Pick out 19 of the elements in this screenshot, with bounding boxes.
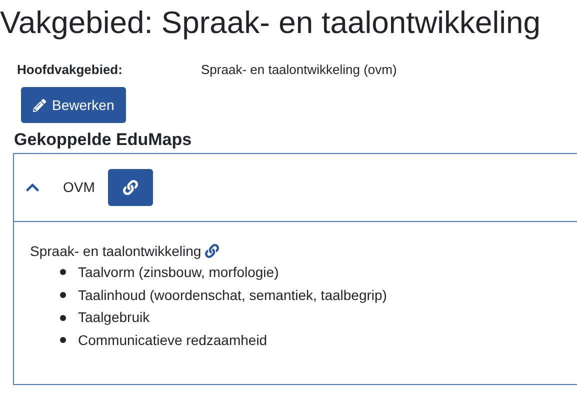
field-label: Hoofdvakgebied: xyxy=(17,61,124,80)
list-item: Taalgebruik xyxy=(78,308,150,328)
bullet-icon xyxy=(60,269,66,276)
pencil-icon xyxy=(33,98,46,112)
list-item: Taalvorm (zinsbouw, morfologie) xyxy=(78,262,279,282)
edumap-name: OVM xyxy=(63,178,95,197)
link-icon[interactable] xyxy=(205,244,220,258)
link-icon xyxy=(122,180,138,195)
section-heading: Gekoppelde EduMaps xyxy=(14,129,193,151)
list-item: Communicatieve redzaamheid xyxy=(78,330,268,350)
bullet-icon xyxy=(60,337,66,344)
bullet-icon xyxy=(60,292,66,298)
bullet-icon xyxy=(60,314,66,321)
page-title: Vakgebied: Spraak- en taalontwikkeling xyxy=(0,4,542,38)
list-item: Taalinhoud (woordenschat, semantiek, taalbegrip) xyxy=(78,286,387,305)
edit-button[interactable]: Bewerken xyxy=(21,87,126,123)
link-button[interactable] xyxy=(108,169,153,206)
field-value: Spraak- en taalontwikkeling (ovm) xyxy=(201,61,397,80)
topic-text: Spraak- en taalontwikkeling xyxy=(30,242,202,261)
